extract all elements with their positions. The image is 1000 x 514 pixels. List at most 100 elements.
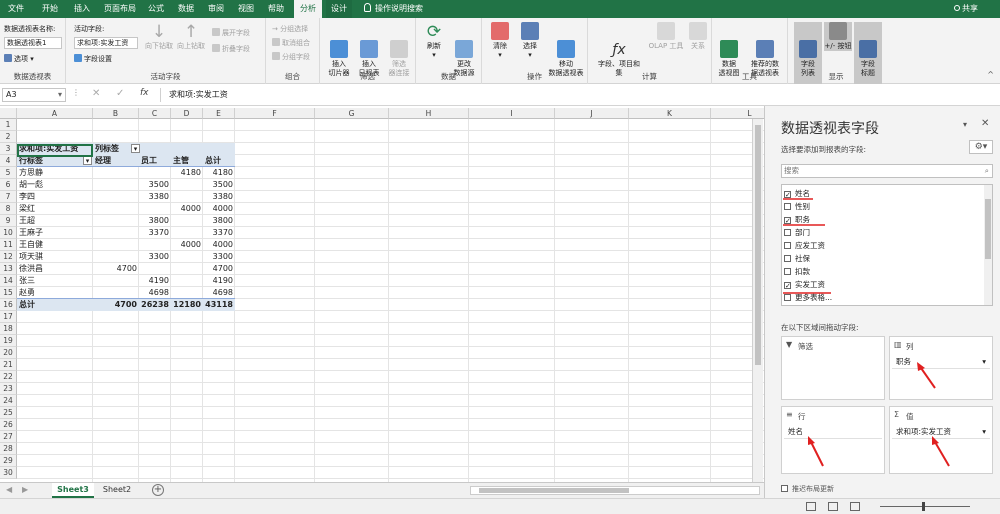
pane-close-icon[interactable]: ✕ <box>981 118 989 129</box>
row-header[interactable]: 28 <box>0 443 17 455</box>
row-header[interactable]: 12 <box>0 251 17 263</box>
pane-dropdown-icon[interactable]: ▾ <box>963 120 967 129</box>
group-selection-button[interactable]: → 分组选择 <box>272 24 308 34</box>
pivot-value-cell[interactable]: 4180 <box>203 167 235 179</box>
pivot-value-cell[interactable]: 3300 <box>139 251 171 263</box>
pivot-value-cell[interactable] <box>171 263 203 275</box>
row-header[interactable]: 16 <box>0 299 17 311</box>
pivot-value-cell[interactable]: 4190 <box>139 275 171 287</box>
relationships-button[interactable]: 关系 <box>686 22 710 51</box>
formula-input[interactable]: 求和项:实发工资 <box>160 88 992 102</box>
zoom-slider[interactable] <box>880 506 970 507</box>
pivot-row-name[interactable]: 王超 <box>17 215 93 227</box>
row-filter-dropdown-icon[interactable]: ▾ <box>83 156 92 165</box>
column-header-f[interactable]: F <box>235 108 315 119</box>
field-item[interactable]: 扣款 <box>784 267 810 277</box>
column-header-d[interactable]: D <box>171 108 203 119</box>
row-header[interactable]: 21 <box>0 359 17 371</box>
column-header-b[interactable]: B <box>93 108 139 119</box>
chevron-down-icon[interactable]: ▾ <box>982 425 986 439</box>
pivot-value-cell[interactable] <box>171 227 203 239</box>
column-header-c[interactable]: C <box>139 108 171 119</box>
tell-me-search[interactable]: 操作说明搜索 <box>360 0 427 18</box>
tab-review[interactable]: 审阅 <box>204 0 228 18</box>
pivot-value-cell[interactable]: 3380 <box>139 191 171 203</box>
pivot-row-name[interactable]: 梁红 <box>17 203 93 215</box>
clear-button[interactable]: 清除 ▾ <box>486 22 514 60</box>
field-item[interactable]: 社保 <box>784 254 810 264</box>
pivot-row-name[interactable]: 张三 <box>17 275 93 287</box>
pivot-value-cell[interactable] <box>93 275 139 287</box>
selected-cell-a3[interactable] <box>17 144 93 157</box>
row-header[interactable]: 3 <box>0 143 17 155</box>
row-header[interactable]: 23 <box>0 383 17 395</box>
field-item[interactable]: ✓ 姓名 <box>784 189 810 199</box>
pivot-value-cell[interactable] <box>93 239 139 251</box>
column-header-j[interactable]: J <box>555 108 629 119</box>
pivot-value-cell[interactable]: 4000 <box>203 239 235 251</box>
field-search-input[interactable]: 搜索 ⌕ <box>781 164 993 178</box>
field-item[interactable]: 应发工资 <box>784 241 825 251</box>
drill-down-button[interactable]: ↓ 向下钻取 <box>144 22 174 51</box>
active-field-input[interactable]: 求和项:实发工资 <box>74 37 138 49</box>
pivot-value-cell[interactable]: 4700 <box>203 263 235 275</box>
tab-help[interactable]: 帮助 <box>264 0 288 18</box>
rows-field-chip[interactable]: 姓名 <box>784 425 882 439</box>
filters-area[interactable]: ▼ 筛选 <box>781 336 885 400</box>
columns-area[interactable]: ▥ 列 职务 ▾ <box>889 336 993 400</box>
pivot-row-name[interactable]: 胡一彪 <box>17 179 93 191</box>
tab-data[interactable]: 数据 <box>174 0 198 18</box>
pivot-value-cell[interactable] <box>171 251 203 263</box>
normal-view-icon[interactable] <box>806 502 816 511</box>
row-header[interactable]: 15 <box>0 287 17 299</box>
unchecked-checkbox[interactable] <box>784 229 791 236</box>
collapse-field-button[interactable]: 折叠字段 <box>212 44 250 54</box>
pivot-value-cell[interactable]: 3380 <box>203 191 235 203</box>
row-header[interactable]: 22 <box>0 371 17 383</box>
group-field-button[interactable]: 分组字段 <box>272 52 310 62</box>
field-item[interactable]: ✓ 职务 <box>784 215 810 225</box>
insert-function-icon[interactable]: fx <box>140 88 149 98</box>
field-settings-button[interactable]: 字段设置 <box>74 54 112 64</box>
row-header[interactable]: 13 <box>0 263 17 275</box>
cancel-icon[interactable]: ✕ <box>92 88 100 99</box>
name-box[interactable]: A3 ▾ <box>2 88 66 102</box>
column-header-k[interactable]: K <box>629 108 711 119</box>
row-header[interactable]: 7 <box>0 191 17 203</box>
pivot-row-name[interactable]: 王自健 <box>17 239 93 251</box>
column-header-i[interactable]: I <box>469 108 555 119</box>
pivot-value-cell[interactable] <box>171 275 203 287</box>
zoom-thumb[interactable] <box>922 502 925 511</box>
worksheet-grid[interactable]: ABCDEFGHIJKL 1 2 3 4 5 6 7 8 9 10 11 12 13 14 15 16 17 18… <box>0 108 764 482</box>
row-header[interactable]: 20 <box>0 347 17 359</box>
pivot-value-cell[interactable] <box>139 167 171 179</box>
row-header[interactable]: 26 <box>0 419 17 431</box>
row-header[interactable]: 1 <box>0 119 17 131</box>
sheet-prev-icon[interactable]: ◀ <box>6 485 12 494</box>
column-header-l[interactable]: L <box>711 108 764 119</box>
column-filter-dropdown-icon[interactable]: ▾ <box>131 144 140 153</box>
tab-home[interactable]: 开始 <box>38 0 62 18</box>
checked-checkbox[interactable]: ✓ <box>784 191 791 199</box>
columns-field-chip[interactable]: 职务 ▾ <box>892 355 990 369</box>
checked-checkbox[interactable]: ✓ <box>784 217 791 225</box>
pivot-header-bg[interactable] <box>171 143 203 155</box>
pivot-value-cell[interactable]: 4700 <box>93 263 139 275</box>
expand-field-button[interactable]: 展开字段 <box>212 28 250 38</box>
row-header[interactable]: 5 <box>0 167 17 179</box>
pivot-value-cell[interactable]: 3800 <box>203 215 235 227</box>
defer-update-checkbox[interactable]: 推迟布局更新 <box>781 484 834 494</box>
pivot-value-cell[interactable] <box>93 203 139 215</box>
chevron-down-icon[interactable]: ▾ <box>982 355 986 369</box>
pivot-value-cell[interactable]: 3370 <box>139 227 171 239</box>
pivot-value-cell[interactable] <box>93 167 139 179</box>
pane-settings-button[interactable]: ⚙▾ <box>969 140 993 154</box>
row-header[interactable]: 19 <box>0 335 17 347</box>
field-item[interactable]: ✓ 实发工资 <box>784 280 825 290</box>
pivot-value-cell[interactable]: 3370 <box>203 227 235 239</box>
pivot-value-cell[interactable] <box>171 179 203 191</box>
select-button[interactable]: 选择 ▾ <box>516 22 544 60</box>
tab-file[interactable]: 文件 <box>4 0 28 18</box>
tab-design[interactable]: 设计 <box>326 0 352 18</box>
row-header[interactable]: 30 <box>0 467 17 479</box>
